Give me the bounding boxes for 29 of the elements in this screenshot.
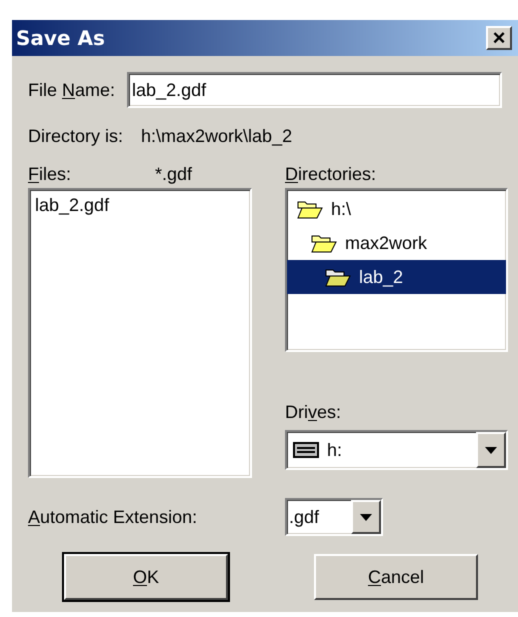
extension-value: .gdf xyxy=(288,506,320,529)
directories-label: Directories: xyxy=(285,162,376,186)
files-label: Files: xyxy=(28,162,72,186)
extension-dropdown[interactable]: .gdf xyxy=(285,498,383,536)
folder-icon xyxy=(311,233,337,253)
window-title: Save As xyxy=(16,25,105,52)
file-name-field[interactable]: lab_2.gdf xyxy=(127,72,502,108)
folder-icon xyxy=(325,267,351,287)
drives-dropdown[interactable]: h: xyxy=(285,430,508,470)
file-filter: *.gdf xyxy=(155,162,192,186)
drive-value: h: xyxy=(327,438,344,462)
extension-label: Automatic Extension: xyxy=(28,506,198,528)
caret-down-icon xyxy=(485,446,497,454)
drives-label: Drives: xyxy=(285,400,342,424)
directory-item[interactable]: lab_2 xyxy=(287,260,506,294)
directory-item[interactable]: h:\ xyxy=(287,192,506,226)
dropdown-arrow-button[interactable] xyxy=(476,432,506,468)
directory-path: h:\max2work\lab_2 xyxy=(141,124,292,148)
file-name-label: File Name: xyxy=(28,78,116,102)
directory-label: Directory is: xyxy=(28,124,124,148)
close-button[interactable]: × xyxy=(486,26,512,50)
dialog-button[interactable]: OK xyxy=(64,554,228,600)
file-item[interactable]: lab_2.gdf xyxy=(35,192,245,219)
dropdown-arrow-button[interactable] xyxy=(351,500,381,534)
directory-item[interactable]: max2work xyxy=(287,226,506,260)
folder-icon xyxy=(297,199,323,219)
caret-down-icon xyxy=(360,514,372,520)
dialog-button[interactable]: Cancel xyxy=(314,554,478,600)
drive-icon xyxy=(293,442,319,458)
